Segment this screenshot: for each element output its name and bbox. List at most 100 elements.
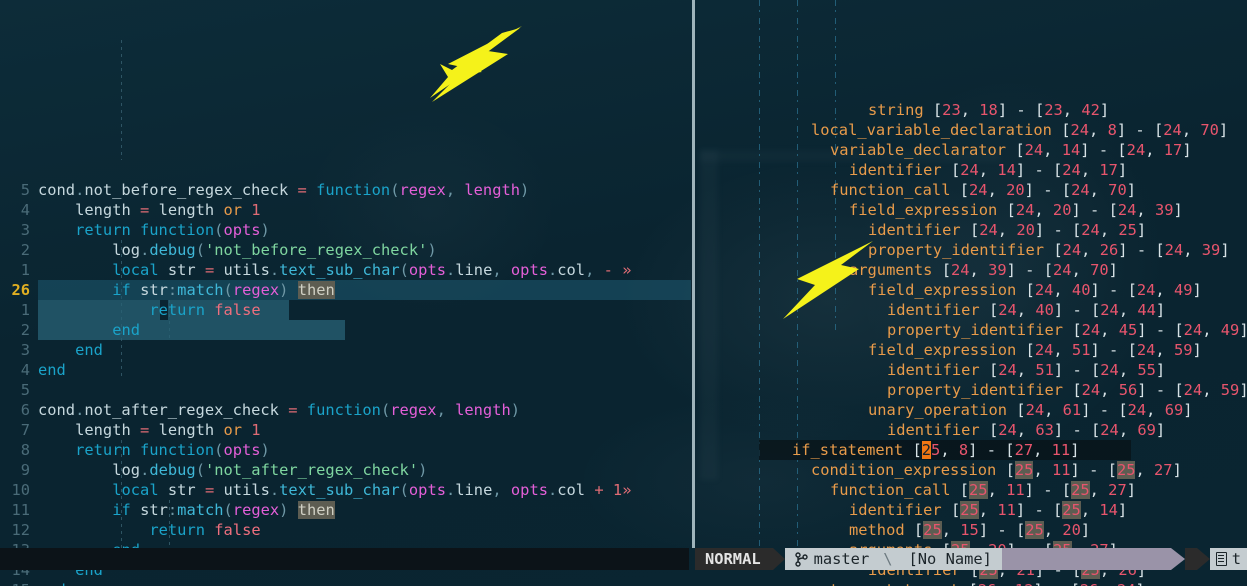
tree-node-row[interactable]: identifier [25, 11] - [25, 14]: [697, 500, 1247, 520]
tree-node-row[interactable]: field_expression [24, 51] - [24, 59]: [697, 340, 1247, 360]
source-line-text: cond.not_before_regex_check = function(r…: [38, 181, 530, 199]
tree-node-row[interactable]: unary_operation [24, 61] - [24, 69]: [697, 400, 1247, 420]
tree-node-text: identifier [24, 63] - [24, 69]: [887, 421, 1166, 439]
line-number: 3: [20, 221, 30, 239]
visual-selection-block: [160, 320, 345, 340]
source-line[interactable]: 4 length = length or 1: [0, 200, 691, 220]
source-line-text: return function(opts): [75, 221, 270, 239]
tree-node-row[interactable]: identifier [24, 40] - [24, 44]: [697, 300, 1247, 320]
source-line-text: cond.not_after_regex_check = function(re…: [38, 401, 521, 419]
line-number: 10: [11, 481, 30, 499]
window-split-divider: [692, 0, 695, 548]
statusline-branch-label: master: [813, 550, 870, 568]
source-line-text: return false: [149, 301, 261, 319]
treesitter-playground-pane[interactable]: string [23, 18] - [23, 42] local_variable…: [697, 0, 1247, 586]
source-line[interactable]: 1 local str = utils.text_sub_char(opts.l…: [0, 260, 691, 280]
line-number: 1: [20, 261, 30, 279]
tree-node-row[interactable]: string [23, 18] - [23, 42]: [697, 100, 1247, 120]
source-line[interactable]: 4 end: [0, 360, 691, 380]
tree-node-text: arguments [24, 39] - [24, 70]: [849, 261, 1118, 279]
source-line-text: return false: [149, 521, 261, 539]
statusline-separator-arrow-2: [1170, 548, 1185, 570]
tree-node-row[interactable]: identifier [24, 63] - [24, 69]: [697, 420, 1247, 440]
source-line[interactable]: 7 length = length or 1: [0, 420, 691, 440]
source-line[interactable]: 10 local str = utils.text_sub_char(opts.…: [0, 480, 691, 500]
tree-node-row-current[interactable]: if_statement [25, 8] - [27, 11]: [697, 440, 1247, 460]
tree-node-row[interactable]: condition_expression [25, 11] - [25, 27]: [697, 460, 1247, 480]
tree-node-row[interactable]: field_expression [24, 20] - [24, 39]: [697, 200, 1247, 220]
source-line[interactable]: 11 if str:match(regex) then: [0, 500, 691, 520]
branch-icon: [794, 551, 808, 567]
statusline-left: ack/paqs/opt/nvim-autopairs/lua/nvim-aut…: [0, 548, 689, 570]
tree-node-row[interactable]: identifier [24, 14] - [24, 17]: [697, 160, 1247, 180]
tree-node-text: field_expression [24, 51] - [24, 59]: [868, 341, 1202, 359]
line-number: 11: [11, 501, 30, 519]
tree-node-row[interactable]: function_call [24, 20] - [24, 70]: [697, 180, 1247, 200]
source-line-text: log.debug('not_before_regex_check'): [112, 241, 437, 259]
statusline-thin-separator: \: [877, 548, 899, 570]
line-number: 2: [20, 321, 30, 339]
tree-node-text: function_call [24, 20] - [24, 70]: [830, 181, 1136, 199]
tree-node-row[interactable]: property_identifier [24, 45] - [24, 49]: [697, 320, 1247, 340]
tree-node-text: property_identifier [24, 26] - [24, 39]: [868, 241, 1230, 259]
source-line-text: length = length or 1: [75, 201, 261, 219]
tree-node-text: identifier [24, 51] - [24, 55]: [887, 361, 1166, 379]
statusline-filler: [1001, 548, 1171, 570]
tree-node-row[interactable]: field_expression [24, 40] - [24, 49]: [697, 280, 1247, 300]
indent-guide: [121, 40, 122, 160]
statusline-filetype-label: t: [1231, 550, 1241, 568]
tree-node-text: string [23, 18] - [23, 42]: [868, 101, 1110, 119]
statusline-git-branch[interactable]: master: [784, 548, 878, 570]
statusline-separator-arrow-3: [1196, 548, 1210, 570]
source-line-text: if str:match(regex) then: [112, 501, 335, 519]
source-line[interactable]: 12 return false: [0, 520, 691, 540]
source-line[interactable]: 3 return function(opts): [0, 220, 691, 240]
statusline-filename: [No Name]: [898, 548, 1002, 570]
tree-node-text: identifier [24, 20] - [24, 25]: [868, 221, 1147, 239]
command-line[interactable]: TSPlaygroundToggle: [0, 570, 1247, 586]
source-line-current[interactable]: 26 if str:match(regex) then: [0, 280, 691, 300]
tree-node-text: property_identifier [24, 45] - [24, 49]: [887, 321, 1247, 339]
tree-node-row[interactable]: local_variable_declaration [24, 8] - [24…: [697, 120, 1247, 140]
statusline-mode-label: NORMAL: [705, 550, 761, 568]
line-number: 9: [20, 461, 30, 479]
tree-node-row[interactable]: arguments [24, 39] - [24, 70]: [697, 260, 1247, 280]
tree-node-row[interactable]: identifier [24, 20] - [24, 25]: [697, 220, 1247, 240]
tree-node-text: unary_operation [24, 61] - [24, 69]: [868, 401, 1193, 419]
source-code-pane[interactable]: 5 cond.not_before_regex_check = function(…: [0, 0, 691, 586]
tree-node-row[interactable]: identifier [24, 51] - [24, 55]: [697, 360, 1247, 380]
source-line[interactable]: 1 return false: [0, 300, 691, 320]
line-number: 4: [20, 201, 30, 219]
tree-node-text: identifier [25, 11] - [25, 14]: [849, 501, 1128, 519]
tree-node-row[interactable]: function_call [25, 11] - [25, 27]: [697, 480, 1247, 500]
source-line[interactable]: 8 return function(opts): [0, 440, 691, 460]
tree-node-text: if_statement [25, 8] - [27, 11]: [792, 441, 1080, 459]
source-line[interactable]: 3 end: [0, 340, 691, 360]
source-line[interactable]: 2 end: [0, 320, 691, 340]
source-line[interactable]: 5: [0, 380, 691, 400]
source-line-text: log.debug('not_after_regex_check'): [112, 461, 428, 479]
line-number: 4: [20, 361, 30, 379]
line-number: 1: [20, 301, 30, 319]
statusline-filename-label: [No Name]: [908, 550, 992, 568]
source-line-text: if str:match(regex) then: [112, 281, 335, 299]
source-line-text: end: [38, 361, 66, 379]
tree-node-row[interactable]: method [25, 15] - [25, 20]: [697, 520, 1247, 540]
source-line[interactable]: 6 cond.not_after_regex_check = function(r…: [0, 400, 691, 420]
line-number: 2: [20, 241, 30, 259]
tree-node-row[interactable]: property_identifier [24, 56] - [24, 59]: [697, 380, 1247, 400]
source-line-text: length = length or 1: [75, 421, 261, 439]
tree-node-row[interactable]: variable_declarator [24, 14] - [24, 17]: [697, 140, 1247, 160]
source-line[interactable]: 9 log.debug('not_after_regex_check'): [0, 460, 691, 480]
source-line-text: return function(opts): [75, 441, 270, 459]
line-number: 6: [20, 401, 30, 419]
source-line[interactable]: 2 log.debug('not_before_regex_check'): [0, 240, 691, 260]
tree-node-text: field_expression [24, 20] - [24, 39]: [849, 201, 1183, 219]
file-icon: [1215, 552, 1227, 566]
line-number: 7: [20, 421, 30, 439]
statusline-filetype: t: [1209, 548, 1247, 570]
statusline-mode-badge: NORMAL: [695, 548, 773, 570]
source-line[interactable]: 5 cond.not_before_regex_check = function(…: [0, 180, 691, 200]
tree-node-row[interactable]: property_identifier [24, 26] - [24, 39]: [697, 240, 1247, 260]
tree-node-text: property_identifier [24, 56] - [24, 59]: [887, 381, 1247, 399]
